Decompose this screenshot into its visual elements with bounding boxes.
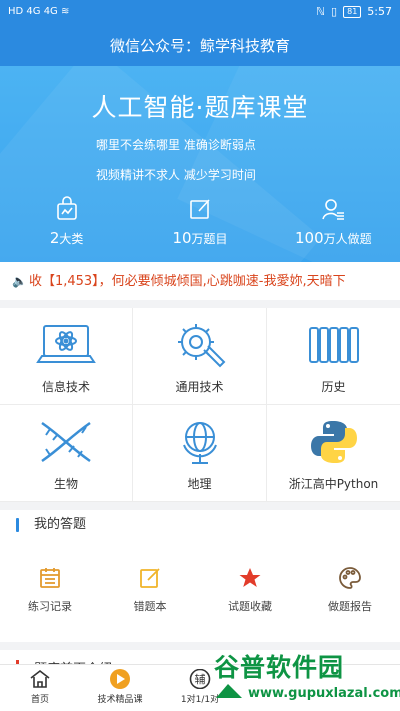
tab-home[interactable]: 首页 bbox=[0, 665, 80, 711]
battery-indicator: 81 bbox=[343, 5, 362, 18]
speaker-icon: 🔈 bbox=[12, 274, 27, 288]
hero-title: 人工智能·题库课堂 bbox=[91, 93, 309, 122]
user-list-icon bbox=[322, 199, 345, 220]
subject-biology[interactable]: 生物 bbox=[0, 405, 133, 502]
hero-slogan-2: 视频精讲不求人 减少学习时间 bbox=[96, 168, 256, 182]
watermark: 谷普软件园 www.gupuxlazal.com bbox=[214, 648, 400, 708]
hero-banner[interactable]: 人工智能·题库课堂 哪里不会练哪里 准确诊断弱点 视频精讲不求人 减少学习时间 … bbox=[0, 66, 400, 262]
report-button[interactable]: 做题报告 bbox=[300, 566, 400, 614]
page-title: 微信公众号：鲸学科技教育 bbox=[0, 26, 400, 66]
home-icon bbox=[30, 669, 50, 688]
edit-icon bbox=[190, 199, 210, 219]
tutor-icon: 辅 bbox=[189, 669, 211, 689]
subject-geography[interactable]: 地理 bbox=[133, 405, 267, 502]
stat-questions: 10万题目 bbox=[133, 196, 266, 256]
subject-history[interactable]: 历史 bbox=[267, 308, 400, 405]
laptop-atom-icon bbox=[36, 325, 96, 363]
watermark-url: www.gupuxlazal.com bbox=[248, 686, 400, 701]
vibrate-icon: ▯ bbox=[331, 5, 338, 18]
bag-icon bbox=[56, 196, 77, 220]
hero-slogan-1: 哪里不会练哪里 准确诊断弱点 bbox=[96, 138, 256, 152]
nfc-icon: ℕ bbox=[316, 5, 326, 18]
section-header: 我的答题 bbox=[0, 510, 400, 540]
watermark-logo-icon bbox=[216, 684, 242, 698]
subject-grid: 信息技术 通用技术 历史 生物 地理 浙江高中Python bbox=[0, 308, 400, 502]
dna-icon bbox=[41, 421, 91, 463]
wrong-answers-button[interactable]: 错题本 bbox=[100, 566, 200, 614]
watermark-title: 谷普软件园 bbox=[214, 653, 345, 682]
svg-text:辅: 辅 bbox=[195, 672, 206, 686]
wrench-gear-icon bbox=[177, 324, 225, 368]
subject-info-tech[interactable]: 信息技术 bbox=[0, 308, 133, 405]
announcement-marquee[interactable]: 🔈 收【1,453】，何必要倾城倾国,心跳咖速-我愛妳,天暗下 bbox=[0, 262, 400, 300]
calendar-icon bbox=[40, 568, 60, 588]
star-icon bbox=[239, 568, 261, 587]
python-logo-icon bbox=[310, 421, 357, 463]
tab-courses[interactable]: 技术精品课 bbox=[80, 665, 160, 711]
signal-indicators: HD 4G 4G ≋ bbox=[8, 6, 70, 17]
palette-icon bbox=[339, 567, 361, 589]
status-bar: HD 4G 4G ≋ ℕ ▯ 81 5:57 bbox=[0, 0, 400, 26]
subject-general-tech[interactable]: 通用技术 bbox=[133, 308, 267, 405]
stat-users: 100万人做题 bbox=[267, 196, 400, 256]
stat-categories: 2大类 bbox=[0, 196, 133, 256]
globe-icon bbox=[182, 422, 217, 464]
scroll-icon bbox=[308, 327, 359, 363]
subject-python[interactable]: 浙江高中Python bbox=[267, 405, 400, 502]
edit-note-icon bbox=[140, 568, 160, 588]
my-answers-section: 我的答题 练习记录 错题本 试题收藏 做题报告 bbox=[0, 510, 400, 642]
favorites-button[interactable]: 试题收藏 bbox=[200, 566, 300, 614]
marquee-text: 收【1,453】，何必要倾城倾国,心跳咖速-我愛妳,天暗下 bbox=[28, 274, 346, 289]
clock: 5:57 bbox=[367, 5, 392, 18]
play-icon bbox=[110, 669, 130, 689]
practice-records-button[interactable]: 练习记录 bbox=[0, 566, 100, 614]
